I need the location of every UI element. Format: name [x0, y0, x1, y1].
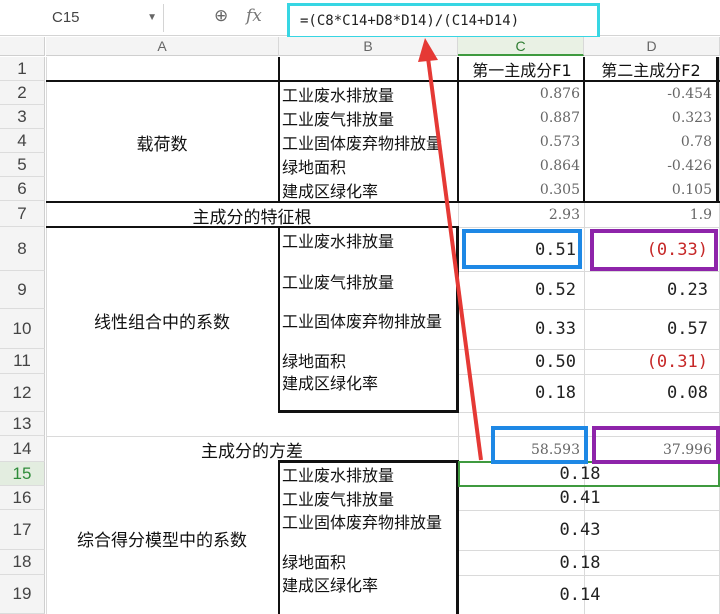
arrow-head-icon: [418, 38, 438, 62]
annotation-arrow: [418, 38, 483, 461]
